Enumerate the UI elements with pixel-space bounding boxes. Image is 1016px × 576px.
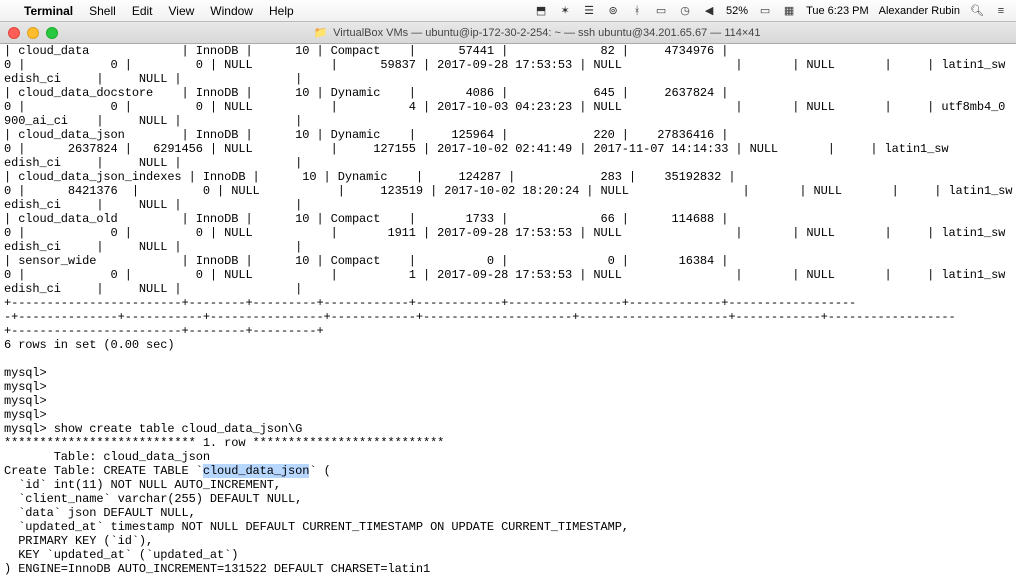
window-title-text: VirtualBox VMs — ubuntu@ip-172-30-2-254:…	[333, 27, 760, 39]
terminal-output[interactable]: | cloud_data | InnoDB | 10 | Compact | 5…	[0, 44, 1016, 576]
dropbox-icon[interactable]: ⬒	[534, 4, 548, 17]
display-icon[interactable]: ▭	[654, 4, 668, 17]
menu-view[interactable]: View	[169, 4, 195, 18]
minimize-button[interactable]	[27, 27, 39, 39]
clock-icon[interactable]: ◷	[678, 4, 692, 17]
notifications-icon[interactable]: ≡	[994, 5, 1008, 17]
window-title: 📁 VirtualBox VMs — ubuntu@ip-172-30-2-25…	[313, 26, 760, 39]
close-button[interactable]	[8, 27, 20, 39]
menubar: Terminal Shell Edit View Window Help ⬒ ✶…	[0, 0, 1016, 22]
window-titlebar[interactable]: 📁 VirtualBox VMs — ubuntu@ip-172-30-2-25…	[0, 22, 1016, 44]
menu-app-name[interactable]: Terminal	[24, 4, 73, 18]
sync-icon[interactable]: ✶	[558, 4, 572, 17]
spotlight-icon[interactable]: 🔍︎	[970, 4, 984, 17]
volume-icon[interactable]: ◀	[702, 4, 716, 17]
battery-percent[interactable]: 52%	[726, 5, 748, 17]
folder-icon: 📁	[313, 26, 327, 39]
menubar-right: ⬒ ✶ ☰ ⊚ ᚼ ▭ ◷ ◀ 52% ▭ ▦ Tue 6:23 PM Alex…	[534, 4, 1008, 17]
maximize-button[interactable]	[46, 27, 58, 39]
menu-shell[interactable]: Shell	[89, 4, 116, 18]
traffic-lights	[8, 27, 58, 39]
bluetooth-icon[interactable]: ᚼ	[630, 5, 644, 17]
menubar-user[interactable]: Alexander Rubin	[879, 5, 960, 17]
wifi-icon[interactable]: ⊚	[606, 4, 620, 17]
battery-icon[interactable]: ▭	[758, 4, 772, 17]
menu-window[interactable]: Window	[210, 4, 253, 18]
flag-icon[interactable]: ▦	[782, 4, 796, 17]
menubar-clock[interactable]: Tue 6:23 PM	[806, 5, 869, 17]
menu-edit[interactable]: Edit	[132, 4, 153, 18]
menubar-left: Terminal Shell Edit View Window Help	[8, 4, 294, 18]
menu-help[interactable]: Help	[269, 4, 294, 18]
evernote-icon[interactable]: ☰	[582, 4, 596, 17]
